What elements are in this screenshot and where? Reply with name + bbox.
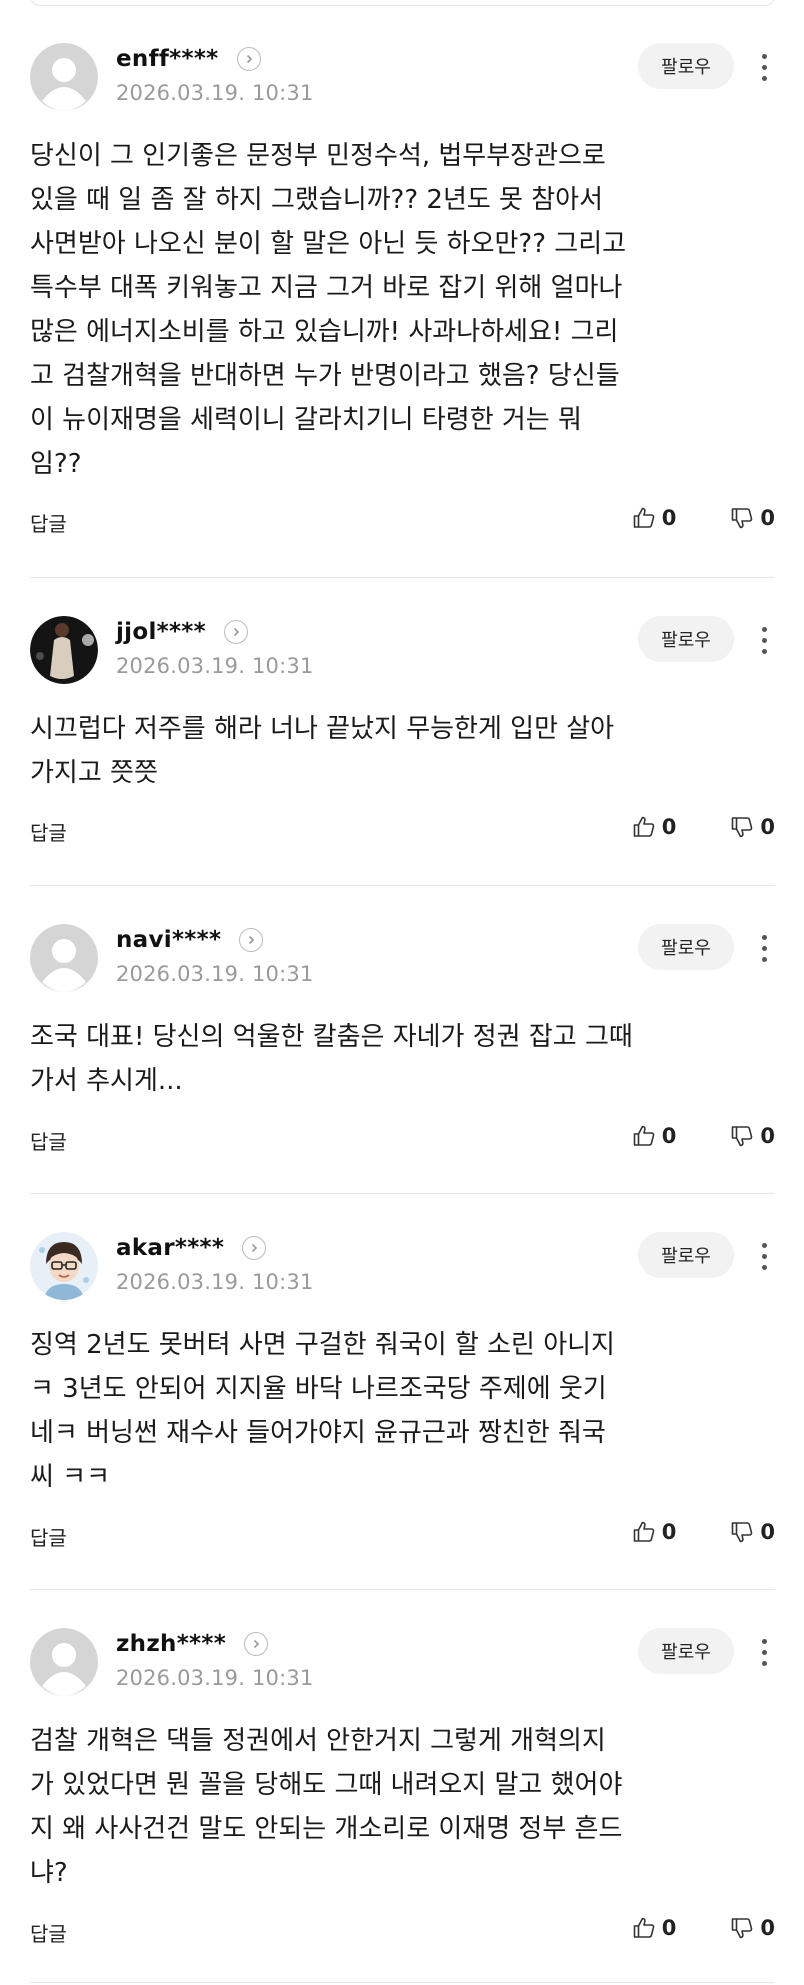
thumbs-up-icon <box>633 507 655 528</box>
thumbs-up-icon <box>633 1917 655 1938</box>
avatar[interactable] <box>30 1628 98 1696</box>
username: zhzh**** <box>116 1631 227 1657</box>
comment-timestamp: 2026.03.19. 10:31 <box>116 654 314 678</box>
comment-timestamp: 2026.03.19. 10:31 <box>116 1666 314 1690</box>
chevron-right-icon <box>244 1632 269 1656</box>
follow-button[interactable]: 팔로우 <box>638 924 734 970</box>
username-link[interactable]: jjol**** <box>116 616 248 648</box>
thumbs-down-icon <box>732 1522 753 1543</box>
divider <box>30 885 775 886</box>
comment-timestamp: 2026.03.19. 10:31 <box>116 81 314 105</box>
thumbs-down-icon <box>732 1918 753 1939</box>
username-link[interactable]: akar**** <box>116 1232 267 1264</box>
more-options-icon[interactable] <box>754 1236 774 1276</box>
dislike-button[interactable]: 0 <box>730 1520 775 1544</box>
divider <box>30 1193 775 1194</box>
like-button[interactable]: 0 <box>632 1520 677 1544</box>
more-options-icon[interactable] <box>754 928 774 968</box>
avatar[interactable] <box>30 616 98 684</box>
dislike-count: 0 <box>760 1520 775 1544</box>
like-button[interactable]: 0 <box>632 815 677 839</box>
username: enff**** <box>116 46 219 72</box>
comment-list-page: enff**** 2026.03.19. 10:31 팔로우 당신이 그 인기좋… <box>0 0 804 1985</box>
avatar[interactable] <box>30 1232 98 1300</box>
thumbs-up-icon <box>633 816 655 837</box>
comment-text: 검찰 개혁은 댁들 정권에서 안한거지 그렇게 개혁의지 가 있었다면 뭔 꼴을… <box>30 1726 623 1888</box>
username: navi**** <box>116 927 222 953</box>
dislike-button[interactable]: 0 <box>730 506 775 530</box>
comment-text: 징역 2년도 못버텨 사면 구걸한 줘국이 할 소린 아니지 ㅋ 3년도 안되어… <box>30 1330 615 1492</box>
like-count: 0 <box>661 1124 677 1148</box>
thumbs-up-icon <box>633 1125 655 1146</box>
dislike-button[interactable]: 0 <box>730 1124 775 1148</box>
more-options-icon[interactable] <box>754 47 774 87</box>
vote-group: 0 0 <box>632 1520 775 1544</box>
like-count: 0 <box>661 1520 677 1544</box>
dislike-button[interactable]: 0 <box>730 1916 775 1940</box>
chevron-right-icon <box>223 620 248 644</box>
reply-button[interactable]: 답글 <box>30 1126 67 1155</box>
dislike-count: 0 <box>760 506 775 530</box>
divider <box>30 1982 775 1983</box>
vote-group: 0 0 <box>632 1916 775 1940</box>
reply-button[interactable]: 답글 <box>30 1522 67 1551</box>
comment-timestamp: 2026.03.19. 10:31 <box>116 1270 314 1294</box>
username: akar**** <box>116 1235 225 1261</box>
follow-button[interactable]: 팔로우 <box>638 1628 734 1674</box>
divider <box>30 1589 775 1590</box>
like-count: 0 <box>661 815 677 839</box>
reply-button[interactable]: 답글 <box>30 817 67 846</box>
thumbs-down-icon <box>732 817 753 838</box>
username-link[interactable]: enff**** <box>116 43 261 75</box>
thumbs-down-icon <box>732 508 753 529</box>
divider <box>30 577 775 578</box>
more-options-icon[interactable] <box>754 620 774 660</box>
like-count: 0 <box>661 1916 677 1940</box>
comment-text: 시끄럽다 저주를 해라 너나 끝났지 무능한게 입만 살아 가지고 쯧쯧 <box>30 714 615 788</box>
chevron-right-icon <box>242 1236 267 1260</box>
vote-group: 0 0 <box>632 815 775 839</box>
username: jjol**** <box>116 619 206 645</box>
thumbs-down-icon <box>732 1126 753 1147</box>
dislike-count: 0 <box>760 1124 775 1148</box>
chevron-right-icon <box>239 928 264 952</box>
dislike-count: 0 <box>760 815 775 839</box>
vote-group: 0 0 <box>632 506 775 530</box>
follow-button[interactable]: 팔로우 <box>638 1232 734 1278</box>
comment-text: 조국 대표! 당신의 억울한 칼춤은 자네가 정권 잡고 그때 가서 추시게..… <box>30 1022 633 1096</box>
like-count: 0 <box>661 506 677 530</box>
comment-text: 당신이 그 인기좋은 문정부 민정수석, 법무부장관으로 있을 때 일 좀 잘 … <box>30 141 627 479</box>
vote-group: 0 0 <box>632 1124 775 1148</box>
reply-button[interactable]: 답글 <box>30 1918 67 1947</box>
reply-button[interactable]: 답글 <box>30 508 67 537</box>
username-link[interactable]: navi**** <box>116 924 264 956</box>
avatar[interactable] <box>30 924 98 992</box>
like-button[interactable]: 0 <box>632 1124 677 1148</box>
dislike-count: 0 <box>760 1916 775 1940</box>
follow-button[interactable]: 팔로우 <box>638 616 734 662</box>
avatar[interactable] <box>30 43 98 111</box>
thumbs-up-icon <box>633 1521 655 1542</box>
more-options-icon[interactable] <box>754 1632 774 1672</box>
previous-section-edge <box>30 0 775 6</box>
like-button[interactable]: 0 <box>632 1916 677 1940</box>
comment-timestamp: 2026.03.19. 10:31 <box>116 962 314 986</box>
like-button[interactable]: 0 <box>632 506 677 530</box>
username-link[interactable]: zhzh**** <box>116 1628 269 1660</box>
follow-button[interactable]: 팔로우 <box>638 43 734 89</box>
dislike-button[interactable]: 0 <box>730 815 775 839</box>
chevron-right-icon <box>236 47 261 71</box>
